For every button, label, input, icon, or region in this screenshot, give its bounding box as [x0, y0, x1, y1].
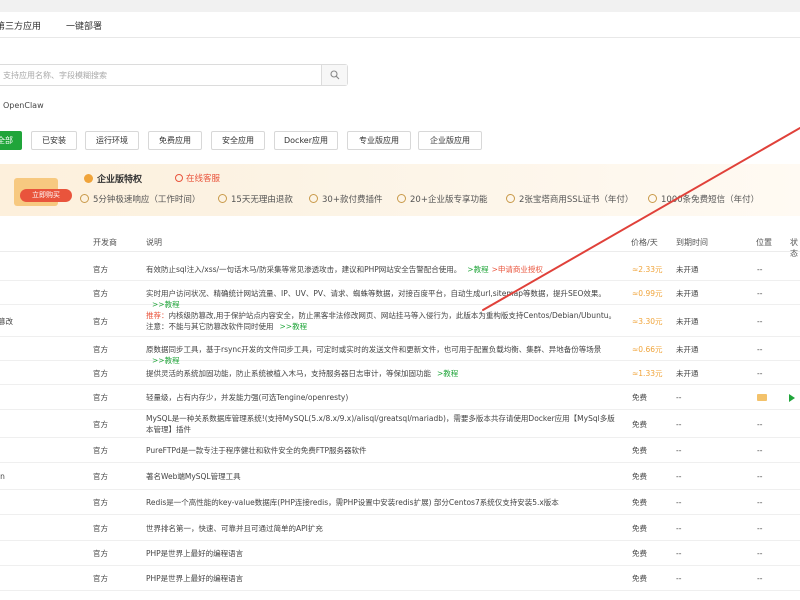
- annotation-arrow: [482, 127, 800, 311]
- software-store-panel: 第三方应用 一键部署 OpenClaw 全部 已安装 运行环境 免费应用 安全应…: [0, 0, 800, 600]
